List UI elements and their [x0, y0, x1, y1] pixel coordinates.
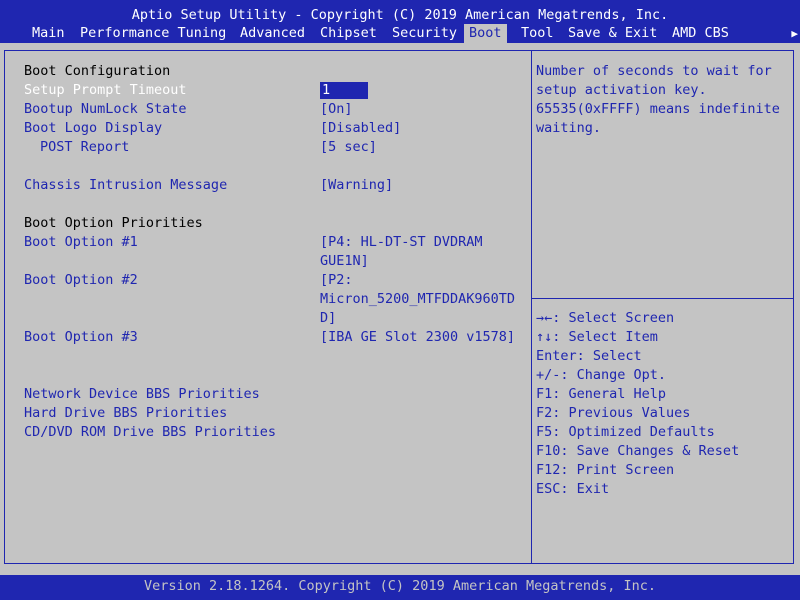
- boot-option-2-label[interactable]: Boot Option #2: [24, 271, 138, 290]
- tab-chipset[interactable]: Chipset: [320, 24, 377, 43]
- tab-performance-tuning[interactable]: Performance Tuning: [80, 24, 226, 43]
- key-hint-select-screen: →←: Select Screen: [536, 310, 675, 326]
- post-report-value[interactable]: [5 sec]: [320, 138, 377, 157]
- section-boot-configuration: Boot Configuration: [24, 63, 171, 79]
- chassis-intrusion-label[interactable]: Chassis Intrusion Message: [24, 176, 227, 195]
- boot-option-2-value-cont[interactable]: Micron_5200_MTFDDAK960TD: [320, 290, 515, 309]
- title-bar: Aptio Setup Utility - Copyright (C) 2019…: [0, 0, 800, 43]
- help-text-line: Number of seconds to wait for: [536, 63, 772, 79]
- boot-option-3-label[interactable]: Boot Option #3: [24, 328, 138, 347]
- boot-option-2-value[interactable]: [P2:: [320, 271, 353, 290]
- boot-logo-label[interactable]: Boot Logo Display: [24, 119, 162, 138]
- tab-tool[interactable]: Tool: [521, 24, 554, 43]
- network-bbs-priorities[interactable]: Network Device BBS Priorities: [24, 385, 260, 404]
- tab-advanced[interactable]: Advanced: [240, 24, 305, 43]
- key-hint-f5: F5: Optimized Defaults: [536, 424, 715, 440]
- help-text-line: 65535(0xFFFF) means indefinite: [536, 101, 780, 117]
- key-hint-f2: F2: Previous Values: [536, 405, 691, 421]
- setup-prompt-timeout-input[interactable]: 1: [320, 82, 368, 99]
- section-boot-option-priorities: Boot Option Priorities: [24, 215, 203, 231]
- key-hint-change-opt: +/-: Change Opt.: [536, 367, 667, 383]
- key-hint-f1: F1: General Help: [536, 386, 667, 402]
- boot-option-2-value-cont2[interactable]: D]: [320, 309, 336, 328]
- post-report-label[interactable]: POST Report: [40, 138, 129, 157]
- app-title: Aptio Setup Utility - Copyright (C) 2019…: [131, 7, 669, 23]
- help-text-line: waiting.: [536, 120, 602, 136]
- tab-boot[interactable]: Boot: [464, 24, 507, 43]
- key-hint-enter: Enter: Select: [536, 348, 642, 364]
- boot-option-1-value-cont[interactable]: GUE1N]: [320, 252, 369, 271]
- boot-option-1-label[interactable]: Boot Option #1: [24, 233, 138, 252]
- tab-amd-cbs[interactable]: AMD CBS: [672, 24, 729, 43]
- key-hint-select-item: ↑↓: Select Item: [536, 329, 658, 345]
- key-hint-f12: F12: Print Screen: [536, 462, 675, 478]
- help-text-line: setup activation key.: [536, 82, 707, 98]
- boot-logo-value[interactable]: [Disabled]: [320, 119, 401, 138]
- footer-version: Version 2.18.1264. Copyright (C) 2019 Am…: [0, 575, 800, 600]
- bootup-numlock-value[interactable]: [On]: [320, 100, 353, 119]
- boot-option-3-value[interactable]: [IBA GE Slot 2300 v1578]: [320, 328, 515, 347]
- hard-drive-bbs-priorities[interactable]: Hard Drive BBS Priorities: [24, 404, 227, 423]
- help-divider: [532, 298, 794, 299]
- boot-option-1-value[interactable]: [P4: HL-DT-ST DVDRAM: [320, 233, 483, 252]
- tab-main[interactable]: Main: [32, 24, 65, 43]
- tab-save-exit[interactable]: Save & Exit: [568, 24, 657, 43]
- tab-bar: Main Performance Tuning Advanced Chipset…: [0, 24, 800, 43]
- tab-security[interactable]: Security: [392, 24, 457, 43]
- scroll-right-icon[interactable]: ▶: [791, 24, 798, 43]
- bootup-numlock-label[interactable]: Bootup NumLock State: [24, 100, 187, 119]
- vertical-divider: [531, 50, 532, 564]
- key-hint-esc: ESC: Exit: [536, 481, 610, 497]
- cd-dvd-bbs-priorities[interactable]: CD/DVD ROM Drive BBS Priorities: [24, 423, 276, 442]
- chassis-intrusion-value[interactable]: [Warning]: [320, 176, 393, 195]
- setup-prompt-timeout-label[interactable]: Setup Prompt Timeout: [24, 81, 187, 100]
- key-hint-f10: F10: Save Changes & Reset: [536, 443, 740, 459]
